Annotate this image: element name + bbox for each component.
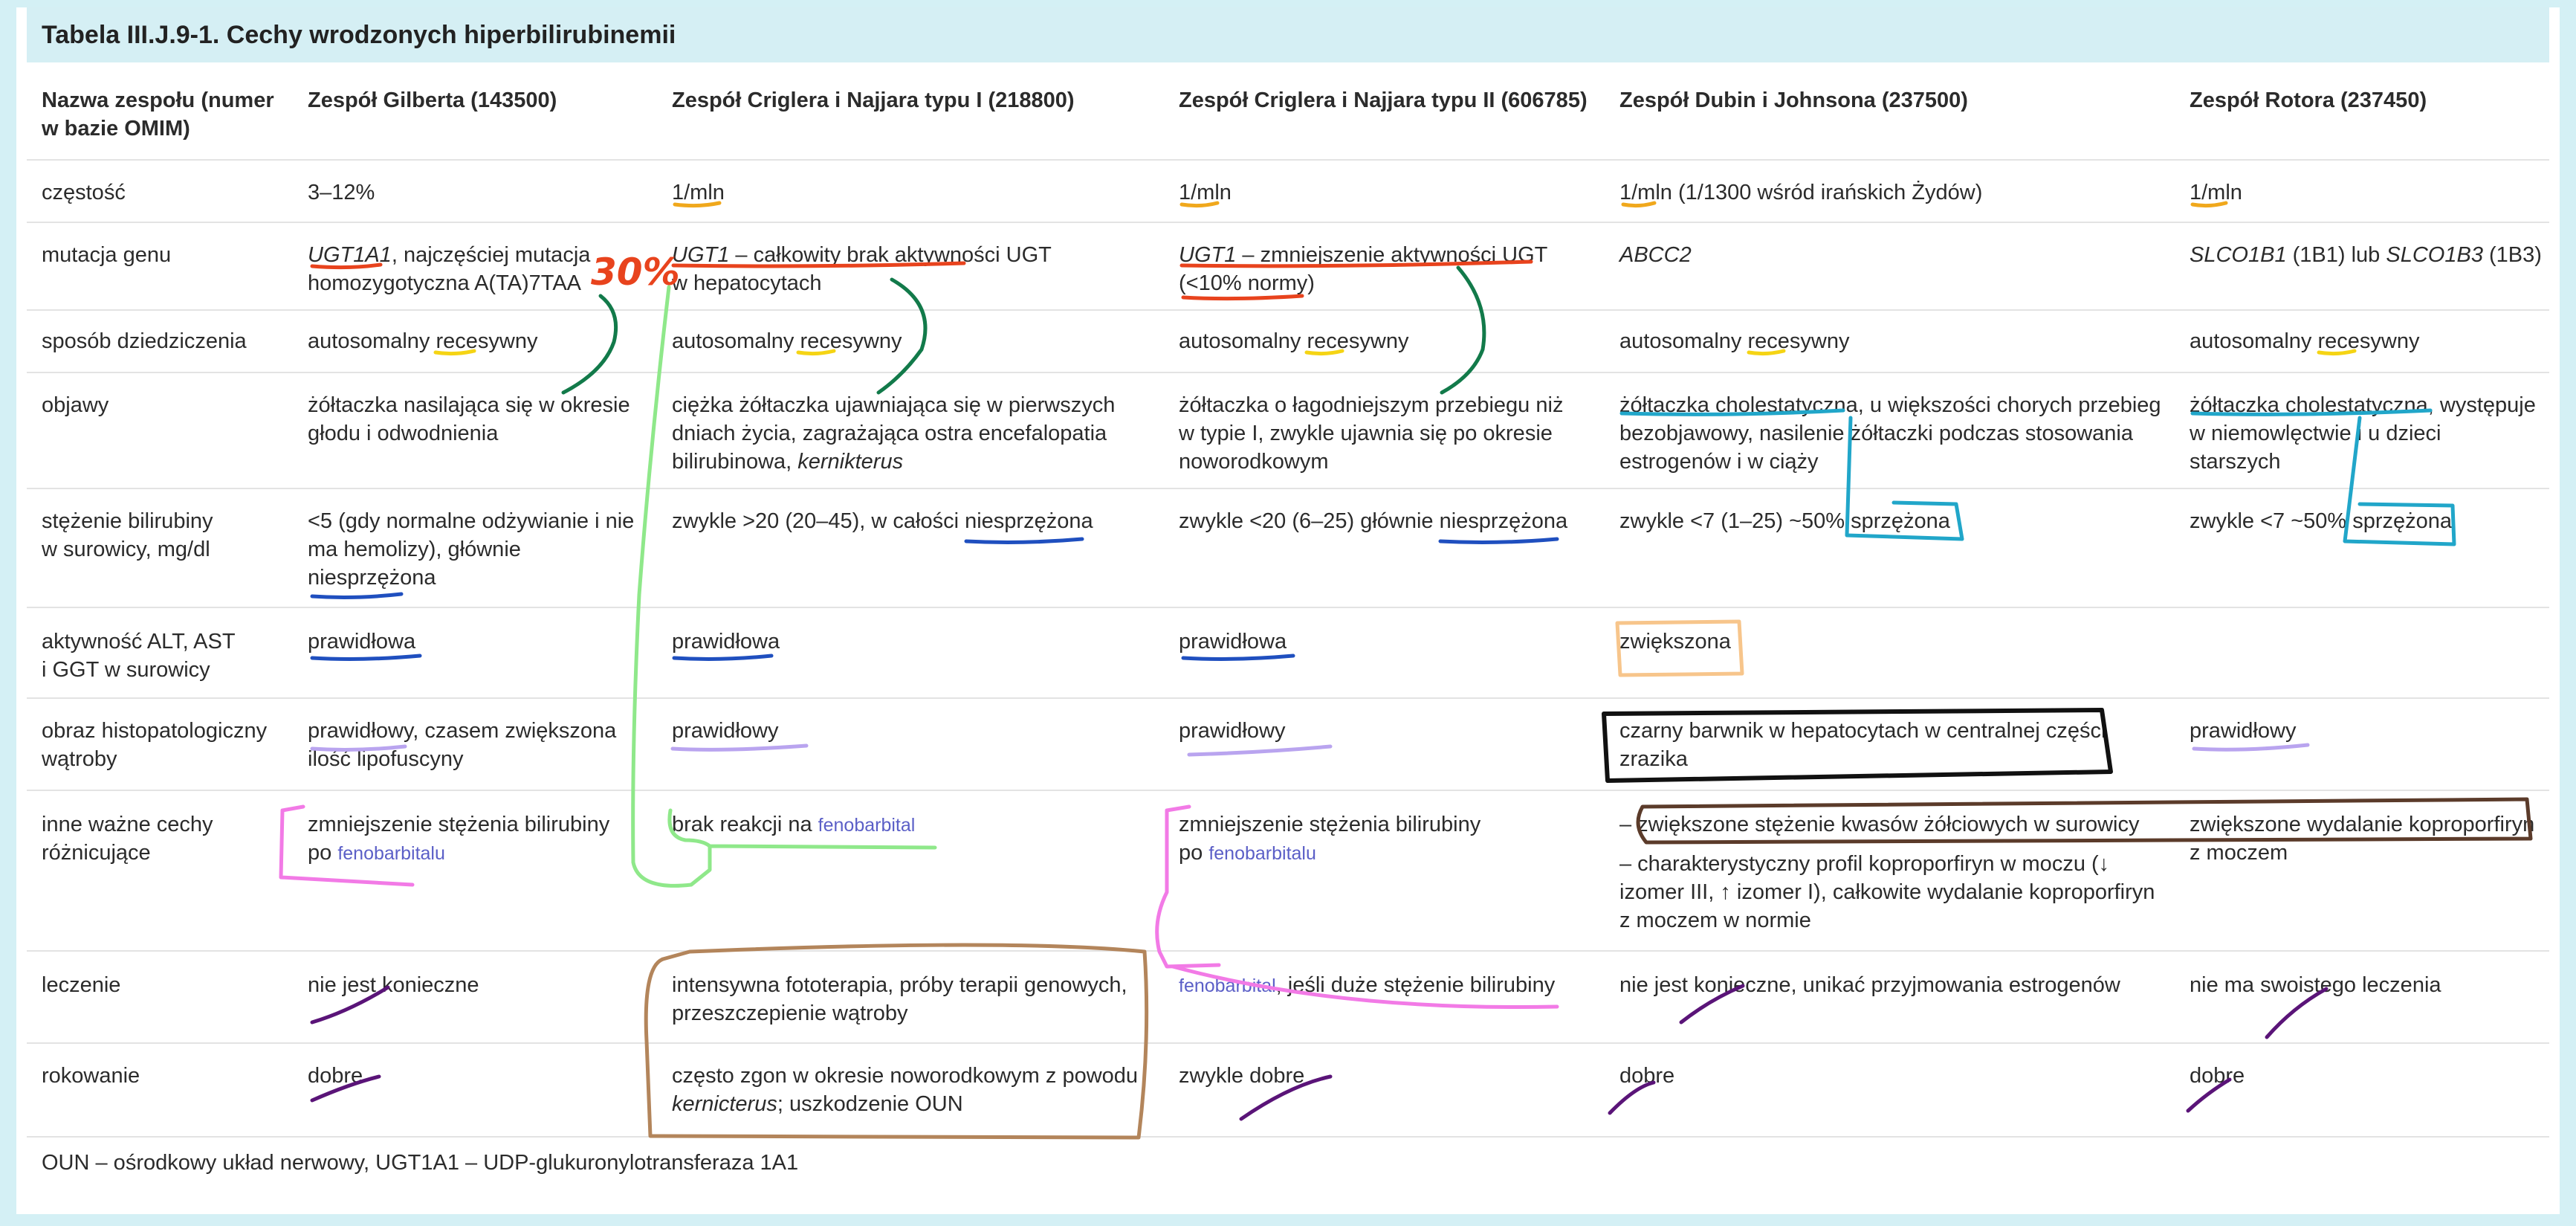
table-cell: dobre (2190, 1064, 2245, 1088)
table-row-bilirubin: stężenie bilirubiny w surowicy, mg/dl <5… (27, 488, 2549, 608)
row-label: stężenie bilirubiny w surowicy, mg/dl (42, 509, 213, 561)
table-cell: nie ma swoistego leczenia (2190, 973, 2441, 997)
table-cell: fenobarbital, jeśli duże stężenie biliru… (1179, 973, 1556, 997)
table-cell: autosomalny recesywny (2190, 329, 2420, 353)
header-dubin: Zespół Dubin i Johnsona (237500) (1619, 88, 1968, 112)
table-cell: autosomalny recesywny (308, 329, 538, 353)
header-crigler-1: Zespół Criglera i Najjara typu I (218800… (672, 88, 1075, 112)
row-label: rokowanie (42, 1064, 140, 1088)
table-cell: 1/mln (1179, 181, 1232, 204)
table-row-histopathology: obraz histopatologiczny wątroby prawidło… (27, 697, 2549, 791)
table-cell: UGT1A1, najczęściej mutacja homozygotycz… (308, 243, 591, 295)
table-row-mutation: mutacja genu UGT1A1, najczęściej mutacja… (27, 222, 2549, 311)
table-cell: zwykle dobre (1179, 1064, 1305, 1088)
table-cell: żółtaczka o łagodniejszym przebiegu niż … (1179, 393, 1564, 474)
phenobarbital-link[interactable]: fenobarbital (1179, 975, 1276, 996)
row-label: inne ważne cechy różnicujące (42, 813, 213, 865)
table-cell: dobre (308, 1064, 363, 1088)
table-cell: ciężka żółtaczka ujawniająca się w pierw… (672, 393, 1116, 474)
table-cell: brak reakcji na fenobarbital (672, 813, 916, 836)
phenobarbital-link[interactable]: fenobarbitalu (337, 843, 445, 864)
table-cell: ABCC2 (1619, 243, 1692, 267)
table-cell: 1/mln (672, 181, 725, 204)
row-label: sposób dziedziczenia (42, 329, 247, 353)
table-title-bar: Tabela III.J.9-1. Cechy wrodzonych hiper… (27, 7, 2549, 62)
table-cell: prawidłowy (1179, 719, 1286, 743)
table-cell: zwykle >20 (20–45), w całości niesprzężo… (672, 509, 1093, 533)
table-cell: zmniejszenie stężenia bilirubiny po feno… (308, 813, 610, 865)
table-cell: <5 (gdy normalne odżywianie i nie ma hem… (308, 509, 635, 590)
table-cell: zwiększone wydalanie koproporfiryn z moc… (2190, 813, 2535, 865)
table-row-treatment: leczenie nie jest konieczne intensywna f… (27, 950, 2549, 1044)
table-cell: żółtaczka cholestatyczna, u większości c… (1619, 393, 2161, 474)
table-row-prognosis: rokowanie dobre często zgon w okresie no… (27, 1042, 2549, 1138)
table-cell: – zwiększone stężenie kwasów żółciowych … (1619, 813, 2155, 932)
table-cell: prawidłowa (1179, 630, 1287, 654)
table-cell: 1/mln (2190, 181, 2242, 204)
table-cell: często zgon w okresie noworodkowym z pow… (672, 1064, 1139, 1116)
row-label: częstość (42, 181, 126, 204)
table-cell: UGT1 – całkowity brak aktywności UGT w h… (672, 243, 1052, 295)
table-cell: UGT1 – zmniejszenie aktywności UGT (<10%… (1179, 243, 1548, 295)
row-label: objawy (42, 393, 109, 417)
table-cell: autosomalny recesywny (672, 329, 902, 353)
header-gilbert: Zespół Gilberta (143500) (308, 88, 557, 112)
table-cell: żółtaczka nasilająca się w okresie głodu… (308, 393, 630, 445)
table-cell: zwykle <20 (6–25) głównie niesprzężona (1179, 509, 1568, 533)
table-cell: SLCO1B1 (1B1) lub SLCO1B3 (1B3) (2190, 243, 2542, 267)
table-frame: Tabela III.J.9-1. Cechy wrodzonych hiper… (16, 7, 2560, 1214)
row-label: aktywność ALT, AST i GGT w surowicy (42, 630, 236, 682)
table-cell: prawidłowa (672, 630, 780, 654)
table-cell: nie jest konieczne, unikać przyjmowania … (1619, 973, 2120, 997)
header-name-cell: Nazwa zespołu (numer w bazie OMIM) (42, 88, 274, 141)
table-cell: żółtaczka cholestatyczna, występuje w ni… (2190, 393, 2536, 474)
table-row-other-features: inne ważne cechy różnicujące zmniejszeni… (27, 790, 2549, 952)
table-cell: prawidłowy (672, 719, 779, 743)
table-cell: zwykle <7 ~50% sprzężona (2190, 509, 2453, 533)
table-row-alt: aktywność ALT, AST i GGT w surowicy praw… (27, 607, 2549, 699)
table-cell: intensywna fototerapia, próby terapii ge… (672, 973, 1127, 1025)
header-rotor: Zespół Rotora (237450) (2190, 88, 2427, 112)
row-label: obraz histopatologiczny wątroby (42, 719, 268, 771)
phenobarbital-link[interactable]: fenobarbitalu (1208, 843, 1316, 864)
table-cell: dobre (1619, 1064, 1675, 1088)
table-cell: zwykle <7 (1–25) ~50% sprzężona (1619, 509, 1950, 533)
row-label: mutacja genu (42, 243, 172, 267)
header-crigler-2: Zespół Criglera i Najjara typu II (60678… (1179, 88, 1588, 112)
table-cell: czarny barwnik w hepatocytach w centraln… (1619, 719, 2106, 771)
table-row-inheritance: sposób dziedziczenia autosomalny recesyw… (27, 309, 2549, 373)
row-label: leczenie (42, 973, 121, 997)
table-cell: prawidłowa (308, 630, 416, 654)
table-cell: 1/mln (1/1300 wśród irańskich Żydów) (1619, 181, 1983, 204)
table-row-frequency: częstość 3–12% 1/mln 1/mln 1/mln (1/1300… (27, 159, 2549, 223)
table-cell: autosomalny recesywny (1179, 329, 1409, 353)
table-cell: prawidłowy, czasem zwiększona ilość lipo… (308, 719, 617, 771)
table-cell: prawidłowy (2190, 719, 2297, 743)
header-row: Nazwa zespołu (numer w bazie OMIM) Zespó… (27, 62, 2549, 161)
table-cell: nie jest konieczne (308, 973, 479, 997)
table-footnote: OUN – ośrodkowy układ nerwowy, UGT1A1 – … (42, 1151, 799, 1175)
table-row-symptoms: objawy żółtaczka nasilająca się w okresi… (27, 372, 2549, 489)
table-cell: zwiększona (1619, 630, 1731, 654)
table-cell: zmniejszenie stężenia bilirubiny po feno… (1179, 813, 1481, 865)
table-cell: 3–12% (308, 181, 375, 204)
table-cell: autosomalny recesywny (1619, 329, 1850, 353)
phenobarbital-link[interactable]: fenobarbital (818, 815, 916, 836)
table-title: Tabela III.J.9-1. Cechy wrodzonych hiper… (42, 21, 676, 49)
